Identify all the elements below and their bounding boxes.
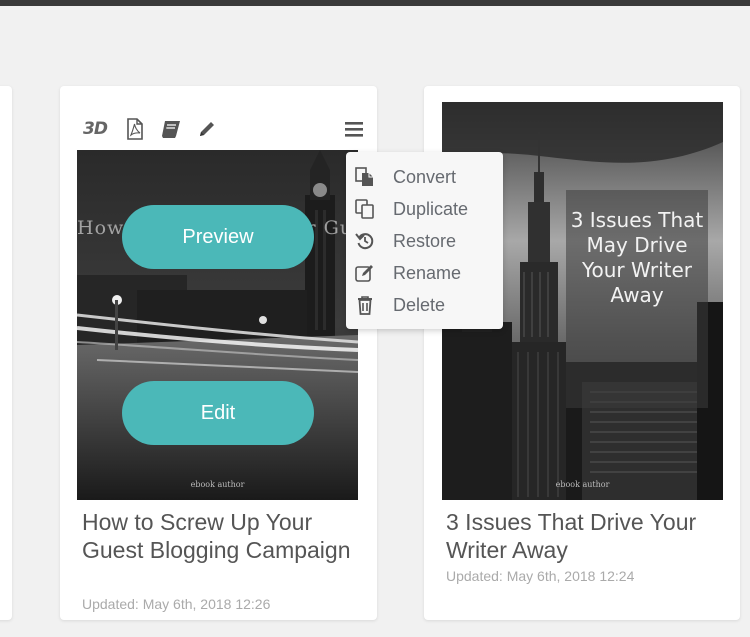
menu-item-label: Duplicate [393, 198, 469, 219]
updated-timestamp: Updated: May 6th, 2018 12:24 [446, 568, 635, 584]
cover-author: ebook author [555, 480, 610, 489]
cover-title: 3 Issues That May Drive Your Writer Away [570, 208, 704, 307]
hamburger-icon[interactable] [342, 118, 366, 140]
cover-author: ebook author [190, 480, 245, 489]
menu-item-delete[interactable]: Delete [346, 291, 503, 319]
trash-icon [354, 294, 376, 316]
pencil-icon[interactable] [194, 117, 220, 141]
menu-item-duplicate[interactable]: Duplicate [346, 195, 503, 223]
top-bar [0, 0, 750, 6]
card-options-menu: Convert Duplicate Restore Rename Delete [346, 152, 503, 329]
restore-icon [354, 230, 376, 252]
menu-item-restore[interactable]: Restore [346, 227, 503, 255]
rename-icon [354, 262, 376, 284]
book-icon[interactable] [158, 117, 184, 141]
menu-item-label: Convert [393, 166, 457, 187]
3d-view-icon[interactable]: 3D [78, 117, 112, 141]
menu-item-label: Restore [393, 230, 457, 251]
edit-button[interactable]: Edit [122, 381, 314, 445]
convert-icon [354, 166, 376, 188]
ebook-cover: How to Screw Up Your Guest ebook author [77, 150, 358, 500]
preview-button[interactable]: Preview [122, 205, 314, 269]
ebook-card-partial[interactable] [0, 86, 12, 620]
menu-item-rename[interactable]: Rename [346, 259, 503, 287]
pdf-icon[interactable] [122, 117, 148, 141]
menu-item-convert[interactable]: Convert [346, 163, 503, 191]
updated-timestamp: Updated: May 6th, 2018 12:26 [82, 596, 271, 612]
menu-item-label: Rename [393, 262, 462, 283]
menu-item-label: Delete [393, 294, 446, 315]
card-toolbar: 3D [78, 116, 220, 142]
duplicate-icon [354, 198, 376, 220]
ebook-title[interactable]: 3 Issues That Drive Your Writer Away [446, 508, 736, 564]
ebook-title[interactable]: How to Screw Up Your Guest Blogging Camp… [82, 508, 372, 564]
